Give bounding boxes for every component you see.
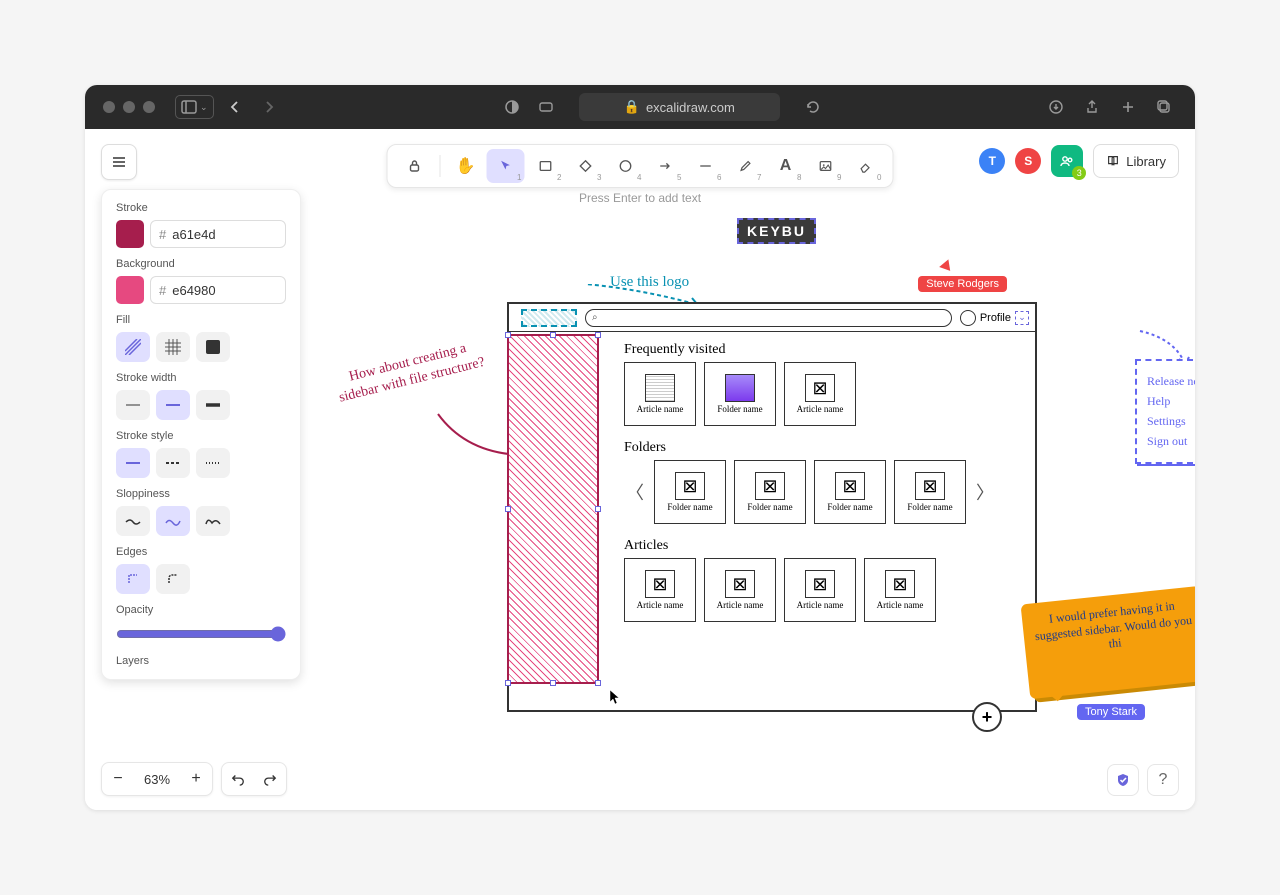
browser-window: ⌄ 🔒 excalidraw.com: [85, 85, 1195, 810]
sticky-note[interactable]: I would prefer having it in suggested si…: [1021, 586, 1195, 699]
collab-cursor-label: Steve Rodgers: [918, 276, 1007, 292]
wf-card[interactable]: Folder name: [704, 362, 776, 426]
wf-card[interactable]: ⊠Article name: [864, 558, 936, 622]
wf-profile[interactable]: Profile ⌄: [960, 310, 1029, 326]
new-tab-icon[interactable]: [1115, 94, 1141, 120]
collab-cursor-icon: [939, 259, 955, 274]
traffic-lights: [103, 101, 155, 113]
traffic-min-icon[interactable]: [123, 101, 135, 113]
wf-card[interactable]: ⊠Article name: [704, 558, 776, 622]
url-bar[interactable]: 🔒 excalidraw.com: [579, 93, 780, 121]
mouse-cursor-icon: [609, 689, 621, 705]
reload-icon[interactable]: [800, 94, 826, 120]
menu-item[interactable]: Help: [1147, 394, 1195, 409]
search-icon: ⌕: [592, 312, 598, 323]
chevron-down-icon: ⌄: [200, 102, 208, 113]
translate-icon[interactable]: [533, 94, 559, 120]
tabs-icon[interactable]: [1151, 94, 1177, 120]
shield-icon[interactable]: [499, 94, 525, 120]
wf-logo-slot[interactable]: [521, 309, 577, 327]
menu-item[interactable]: Settings: [1147, 414, 1195, 429]
canvas-hint: Press Enter to add text: [85, 191, 1195, 205]
wf-card[interactable]: ⊠Article name: [784, 558, 856, 622]
wf-add-fab[interactable]: +: [972, 702, 1002, 732]
wf-card[interactable]: ⊠Folder name: [654, 460, 726, 524]
annotation-sidebar[interactable]: How about creating a sidebar with file s…: [333, 336, 487, 408]
wf-card[interactable]: ⊠Folder name: [894, 460, 966, 524]
carousel-prev-button[interactable]: 〈: [624, 479, 646, 505]
wf-section-title: Articles: [624, 538, 1025, 554]
wf-section-title: Frequently visited: [624, 342, 1025, 358]
collab-cursor-label: Tony Stark: [1077, 704, 1145, 720]
download-icon[interactable]: [1043, 94, 1069, 120]
url-text: excalidraw.com: [646, 100, 735, 115]
nav-forward-button[interactable]: [256, 94, 282, 120]
menu-item[interactable]: Sign out: [1147, 434, 1195, 449]
wf-card[interactable]: ⊠Folder name: [734, 460, 806, 524]
wf-profile-menu[interactable]: Release notes Help Settings Sign out: [1135, 359, 1195, 464]
wf-content: Frequently visited Article name Folder n…: [624, 342, 1025, 700]
menu-item[interactable]: Release notes: [1147, 374, 1195, 389]
lock-icon: 🔒: [624, 99, 640, 115]
traffic-close-icon[interactable]: [103, 101, 115, 113]
traffic-max-icon[interactable]: [143, 101, 155, 113]
wireframe-mockup[interactable]: ⌕ Profile ⌄: [507, 302, 1037, 712]
wf-dropdown-toggle[interactable]: ⌄: [1015, 311, 1029, 325]
browser-chrome: ⌄ 🔒 excalidraw.com: [85, 85, 1195, 129]
share-icon[interactable]: [1079, 94, 1105, 120]
wf-card[interactable]: Article name: [624, 362, 696, 426]
carousel-next-button[interactable]: 〉: [974, 479, 996, 505]
wf-section-title: Folders: [624, 440, 1025, 456]
wf-sidebar-selected-rect[interactable]: [507, 334, 599, 684]
wf-card[interactable]: ⊠Folder name: [814, 460, 886, 524]
avatar-icon: [960, 310, 976, 326]
wf-card[interactable]: ⊠Article name: [624, 558, 696, 622]
keybu-logo-element[interactable]: KEYBU: [737, 218, 816, 244]
app-area: ✋ 1 2 3 4 5 6 7 A8 9 0 T S 3 Library: [85, 129, 1195, 810]
wf-topbar: ⌕ Profile ⌄: [509, 304, 1035, 332]
canvas[interactable]: Press Enter to add text KEYBU Steve Rodg…: [85, 129, 1195, 810]
nav-back-button[interactable]: [222, 94, 248, 120]
sidebar-toggle-button[interactable]: ⌄: [175, 95, 214, 119]
wf-card[interactable]: ⊠Article name: [784, 362, 856, 426]
wf-search-input[interactable]: ⌕: [585, 309, 952, 327]
